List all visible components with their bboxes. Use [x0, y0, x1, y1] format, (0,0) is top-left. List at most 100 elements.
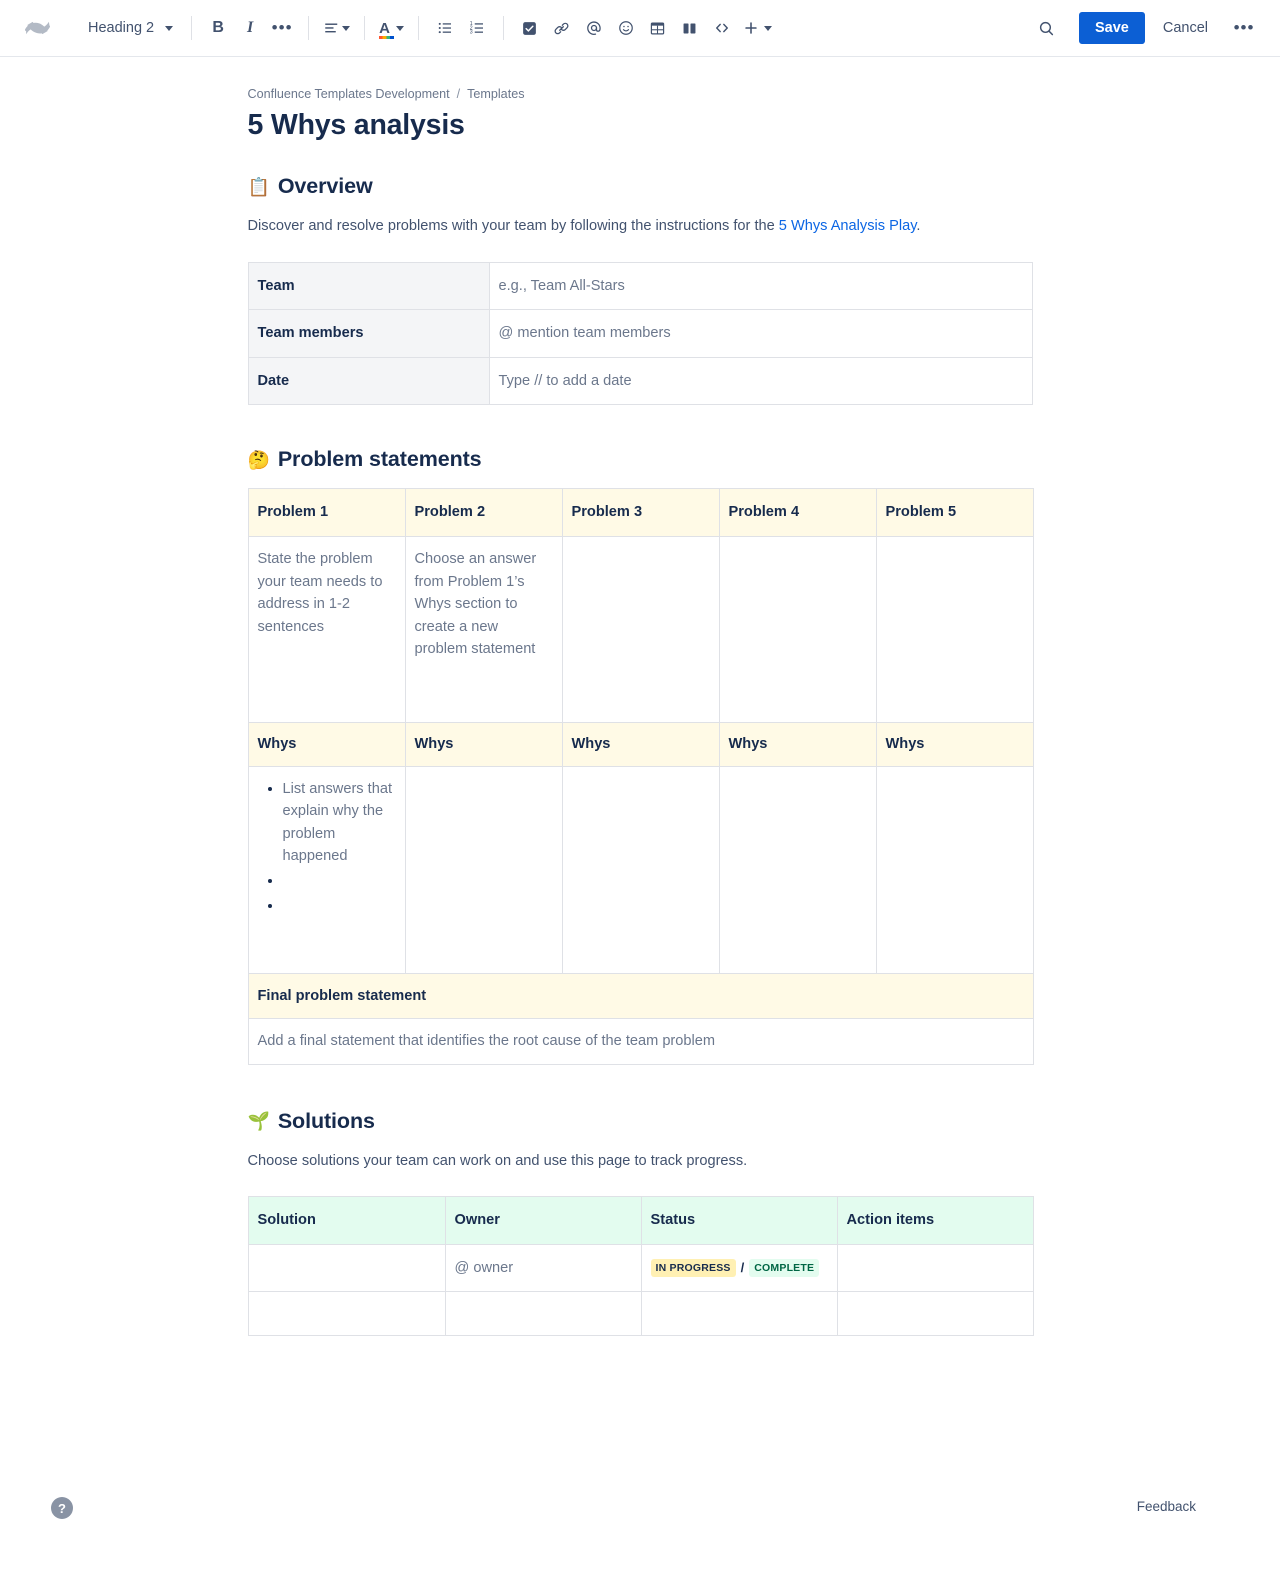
code-button[interactable]	[706, 12, 738, 44]
text-align-icon	[323, 19, 341, 37]
overview-label-team-members: Team members	[248, 310, 489, 358]
status-badge-complete[interactable]: COMPLETE	[749, 1259, 819, 1277]
whys-body-5[interactable]	[876, 766, 1033, 973]
owner-cell-2[interactable]	[445, 1291, 641, 1335]
section-heading-overview: 📋 Overview	[248, 174, 1033, 199]
table-row: @ owner IN PROGRESS / COMPLETE	[248, 1245, 1033, 1292]
insert-menu-button[interactable]	[738, 12, 776, 44]
toolbar-divider	[364, 16, 365, 40]
italic-button[interactable]: I	[234, 12, 266, 44]
whys-body-1[interactable]: List answers that explain why the proble…	[248, 766, 405, 973]
bold-button[interactable]: B	[202, 12, 234, 44]
table-row: State the problem your team needs to add…	[248, 537, 1033, 723]
whys-header-2: Whys	[405, 723, 562, 767]
text-color-button[interactable]: A	[375, 12, 408, 44]
status-separator: /	[741, 1260, 745, 1275]
problem-header-4: Problem 4	[719, 489, 876, 537]
mention-at-icon	[585, 19, 603, 37]
problem-body-3[interactable]	[562, 537, 719, 723]
checkbox-icon	[521, 20, 538, 37]
overview-label-date: Date	[248, 357, 489, 405]
clipboard-icon: 📋	[248, 178, 270, 196]
problem-body-4[interactable]	[719, 537, 876, 723]
final-problem-statement-value[interactable]: Add a final statement that identifies th…	[248, 1019, 1033, 1065]
solutions-header-solution: Solution	[248, 1197, 445, 1245]
bold-label: B	[212, 19, 224, 37]
page-layout-button[interactable]	[674, 12, 706, 44]
solution-cell-2[interactable]	[248, 1291, 445, 1335]
whys-body-2[interactable]	[405, 766, 562, 973]
solution-cell-1[interactable]	[248, 1245, 445, 1292]
status-badge-in-progress[interactable]: IN PROGRESS	[651, 1259, 736, 1277]
problem-body-1[interactable]: State the problem your team needs to add…	[248, 537, 405, 723]
overview-value-team-members[interactable]: @ mention team members	[489, 310, 1032, 358]
breadcrumb-space[interactable]: Confluence Templates Development	[248, 87, 450, 101]
mention-button[interactable]	[578, 12, 610, 44]
solutions-header-action-items: Action items	[837, 1197, 1033, 1245]
section-heading-problem-statements: 🤔 Problem statements	[248, 447, 1033, 472]
problem-statements-table: Problem 1 Problem 2 Problem 3 Problem 4 …	[248, 488, 1034, 1064]
chevron-down-icon	[165, 26, 173, 31]
whys-body-3[interactable]	[562, 766, 719, 973]
save-button[interactable]: Save	[1079, 12, 1145, 44]
ellipsis-icon: •••	[1234, 23, 1255, 33]
list-item[interactable]	[283, 895, 396, 918]
task-checkbox-button[interactable]	[514, 12, 546, 44]
svg-text:3: 3	[470, 30, 473, 36]
whys-header-4: Whys	[719, 723, 876, 767]
more-options-button[interactable]: •••	[1228, 12, 1260, 44]
text-align-button[interactable]	[319, 12, 354, 44]
five-whys-play-link[interactable]: 5 Whys Analysis Play	[779, 218, 917, 234]
seedling-icon: 🌱	[248, 1112, 270, 1130]
emoji-button[interactable]	[610, 12, 642, 44]
chevron-down-icon	[342, 26, 350, 31]
numbered-list-button[interactable]: 1 2 3	[461, 12, 493, 44]
page-title[interactable]: 5 Whys analysis	[248, 109, 1033, 142]
overview-value-date[interactable]: Type // to add a date	[489, 357, 1032, 405]
problem-header-3: Problem 3	[562, 489, 719, 537]
action-items-cell-2[interactable]	[837, 1291, 1033, 1335]
ellipsis-icon: •••	[272, 23, 293, 33]
table-row: Solution Owner Status Action items	[248, 1197, 1033, 1245]
cancel-button[interactable]: Cancel	[1151, 12, 1220, 44]
help-button[interactable]: ?	[51, 1497, 73, 1519]
list-item[interactable]	[283, 870, 396, 893]
whys-body-4[interactable]	[719, 766, 876, 973]
list-item[interactable]: List answers that explain why the proble…	[283, 778, 396, 868]
italic-label: I	[247, 19, 253, 37]
action-items-cell-1[interactable]	[837, 1245, 1033, 1292]
toolbar-divider	[503, 16, 504, 40]
table-row: Problem 1 Problem 2 Problem 3 Problem 4 …	[248, 489, 1033, 537]
table-icon	[649, 20, 666, 37]
search-icon	[1037, 19, 1056, 38]
problem-body-2[interactable]: Choose an answer from Problem 1’s Whys s…	[405, 537, 562, 723]
plus-icon	[742, 19, 760, 37]
overview-value-team[interactable]: e.g., Team All-Stars	[489, 262, 1032, 310]
whys-list: List answers that explain why the proble…	[258, 778, 396, 918]
confluence-logo-icon[interactable]	[14, 8, 60, 48]
bullet-list-icon	[436, 19, 454, 37]
link-button[interactable]	[546, 12, 578, 44]
breadcrumb-parent[interactable]: Templates	[467, 87, 524, 101]
table-button[interactable]	[642, 12, 674, 44]
problem-body-5[interactable]	[876, 537, 1033, 723]
solutions-header-owner: Owner	[445, 1197, 641, 1245]
text-style-label: Heading 2	[88, 20, 154, 36]
owner-cell-1[interactable]: @ owner	[445, 1245, 641, 1292]
overview-description: Discover and resolve problems with your …	[248, 215, 1033, 238]
status-cell-1[interactable]: IN PROGRESS / COMPLETE	[641, 1245, 837, 1292]
text-color-label: A	[379, 20, 390, 37]
breadcrumb-separator: /	[457, 87, 461, 101]
table-row: Add a final statement that identifies th…	[248, 1019, 1033, 1065]
table-row: Team members @ mention team members	[248, 310, 1032, 358]
text-style-dropdown[interactable]: Heading 2	[78, 12, 181, 44]
code-brackets-icon	[713, 19, 731, 37]
page-layout-icon	[681, 20, 698, 37]
feedback-link[interactable]: Feedback	[1137, 1499, 1196, 1514]
status-cell-2[interactable]	[641, 1291, 837, 1335]
thinking-face-icon: 🤔	[248, 451, 270, 469]
more-formatting-button[interactable]: •••	[266, 12, 298, 44]
search-button[interactable]	[1031, 12, 1063, 44]
toolbar-divider	[191, 16, 192, 40]
bullet-list-button[interactable]	[429, 12, 461, 44]
